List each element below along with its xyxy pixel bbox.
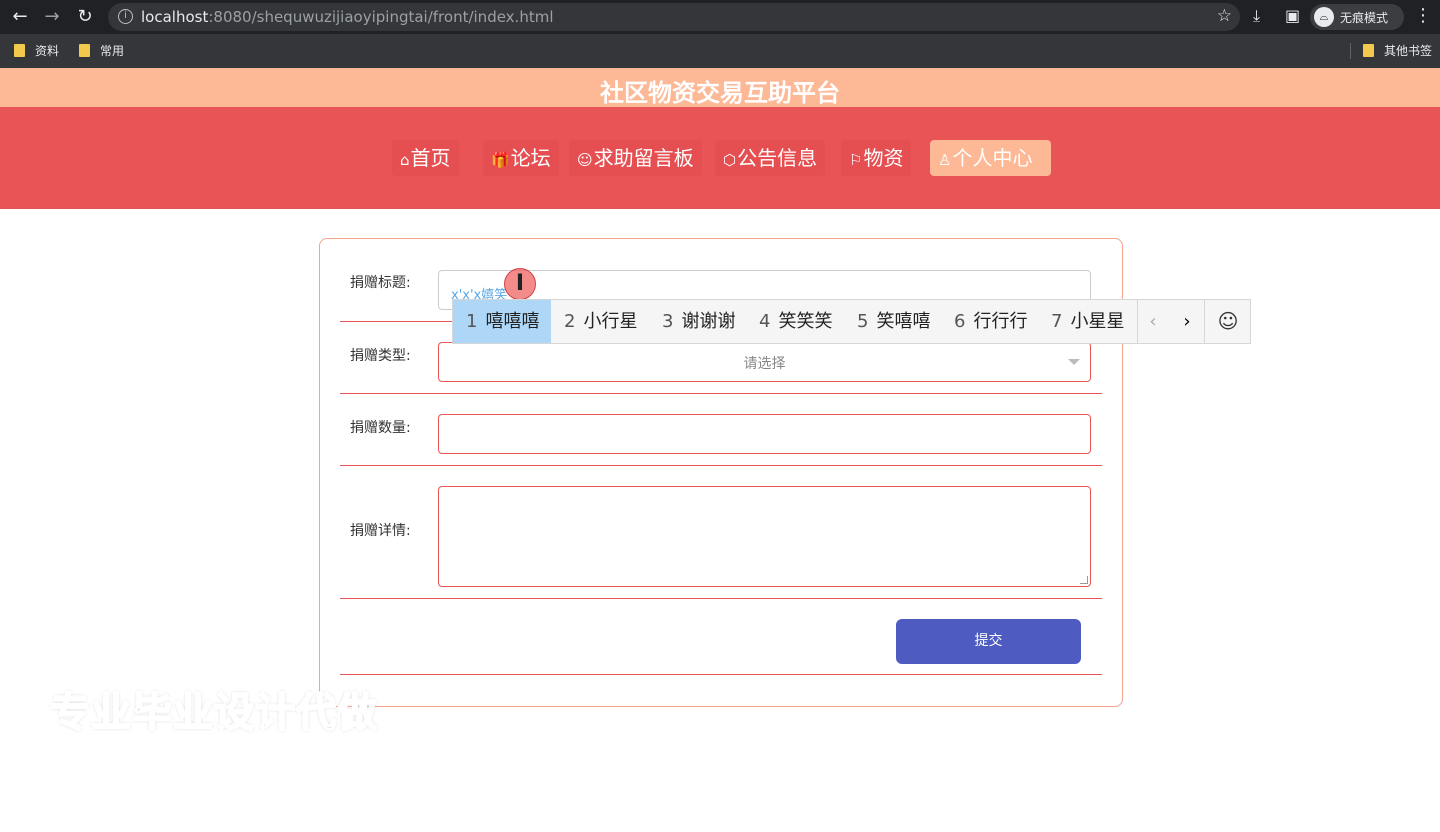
ime-candidate[interactable]: 4 笑笑笑 xyxy=(746,300,844,343)
bookmark-folder[interactable]: 资料 xyxy=(14,42,59,59)
quantity-input[interactable] xyxy=(438,414,1091,454)
text-cursor-icon: I xyxy=(504,268,536,300)
smile-icon: ☺ xyxy=(577,151,593,169)
forward-arrow-icon[interactable]: → xyxy=(40,5,64,29)
other-bookmarks[interactable]: 其他书签 xyxy=(1363,42,1432,59)
ime-candidate[interactable]: 7 小星星 xyxy=(1038,300,1136,343)
nav-personal-center[interactable]: ♙个人中心 xyxy=(930,140,1051,176)
ime-candidate[interactable]: 5 笑嘻嘻 xyxy=(844,300,942,343)
site-title: 社区物资交易互助平台 xyxy=(600,79,840,107)
url-text: localhost:8080/shequwuzijiaoyipingtai/fr… xyxy=(141,8,554,26)
ime-next-icon[interactable]: › xyxy=(1171,300,1203,343)
site-info-icon[interactable]: i xyxy=(118,9,133,24)
incognito-label: 无痕模式 xyxy=(1340,11,1389,25)
bookmarks-bar: 资料 常用 其他书签 xyxy=(0,34,1440,68)
side-panel-icon[interactable]: ▣ xyxy=(1285,6,1300,25)
gift-icon: 🎁 xyxy=(491,151,510,169)
browser-toolbar: ← → ↻ i localhost:8080/shequwuzijiaoyipi… xyxy=(0,0,1440,34)
row-divider xyxy=(340,674,1102,675)
type-select[interactable]: 请选择 xyxy=(438,342,1091,382)
details-textarea[interactable] xyxy=(438,486,1091,587)
ime-candidate[interactable]: 6 行行行 xyxy=(941,300,1039,343)
folder-icon xyxy=(79,44,90,57)
title-label: 捐赠标题: xyxy=(350,275,411,291)
browser-menu-icon[interactable]: ⋮ xyxy=(1414,5,1432,26)
incognito-badge[interactable]: ⌓ 无痕模式 xyxy=(1310,4,1404,30)
reload-icon[interactable]: ↻ xyxy=(73,5,97,29)
box-icon: ⬡ xyxy=(723,151,737,169)
ime-prev-icon[interactable]: ‹ xyxy=(1137,300,1169,343)
type-select-placeholder: 请选择 xyxy=(743,356,786,372)
bookmark-divider xyxy=(1350,43,1351,59)
submit-button[interactable]: 提交 xyxy=(896,619,1081,664)
download-icon[interactable]: ⤓ xyxy=(1253,6,1260,26)
caret-down-icon xyxy=(1068,359,1080,365)
bookmark-star-icon[interactable]: ☆ xyxy=(1217,6,1232,26)
back-arrow-icon[interactable]: ← xyxy=(8,5,32,29)
address-bar[interactable]: i localhost:8080/shequwuzijiaoyipingtai/… xyxy=(108,3,1240,31)
quantity-label: 捐赠数量: xyxy=(350,420,411,436)
nav-supplies[interactable]: ⚐物资 xyxy=(841,140,912,176)
nav-home[interactable]: ⌂首页 xyxy=(392,140,459,176)
ime-candidate[interactable]: 3 谢谢谢 xyxy=(649,300,747,343)
ime-candidate-bar: 1 嘻嘻嘻 2 小行星 3 谢谢谢 4 笑笑笑 5 笑嘻嘻 6 行行行 7 小星星 ‹ › ☺ xyxy=(452,299,1251,344)
watermark-text: 专业毕业设计代做 xyxy=(49,689,378,737)
user-icon: ♙ xyxy=(938,151,952,169)
bookmark-folder[interactable]: 常用 xyxy=(79,42,124,59)
row-divider xyxy=(340,465,1102,466)
site-title-bar: 社区物资交易互助平台 xyxy=(0,68,1440,108)
nav-forum[interactable]: 🎁论坛 xyxy=(483,140,559,176)
folder-icon xyxy=(14,44,25,57)
ime-candidate[interactable]: 2 小行星 xyxy=(551,300,649,343)
home-icon: ⌂ xyxy=(400,151,410,169)
resize-grip-icon[interactable] xyxy=(1080,576,1088,584)
type-label: 捐赠类型: xyxy=(350,348,411,364)
flag-icon: ⚐ xyxy=(849,151,863,169)
main-nav: ⌂首页 🎁论坛 ☺求助留言板 ⬡公告信息 ⚐物资 ♙个人中心 xyxy=(0,107,1440,209)
row-divider xyxy=(340,598,1102,599)
incognito-icon: ⌓ xyxy=(1314,7,1334,27)
nav-help-board[interactable]: ☺求助留言板 xyxy=(569,140,702,176)
details-label: 捐赠详情: xyxy=(350,523,411,539)
row-divider xyxy=(340,393,1102,394)
folder-icon xyxy=(1363,44,1374,57)
ime-candidate[interactable]: 1 嘻嘻嘻 xyxy=(453,300,551,343)
emoji-icon[interactable]: ☺ xyxy=(1205,300,1251,343)
nav-announcements[interactable]: ⬡公告信息 xyxy=(715,140,826,176)
